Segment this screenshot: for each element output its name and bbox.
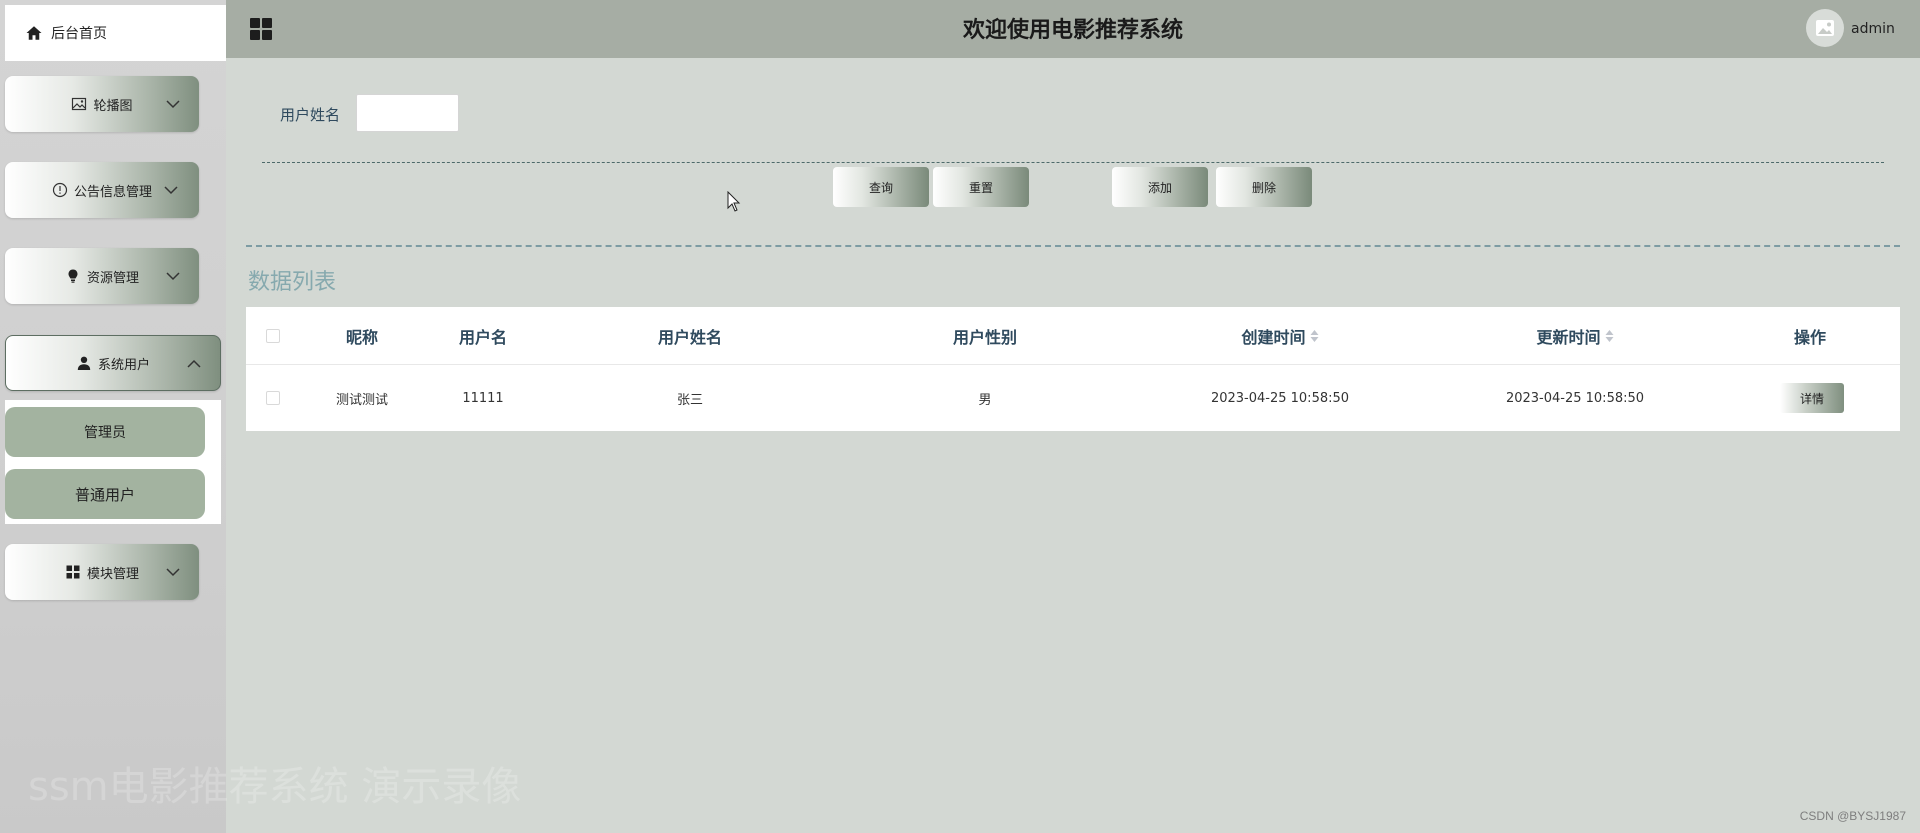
image-icon — [71, 96, 87, 112]
submenu-item-normal-user[interactable]: 普通用户 — [5, 469, 205, 519]
divider — [246, 245, 1900, 247]
sidebar-item-system-users[interactable]: 系统用户 — [5, 335, 221, 391]
column-header-label: 创建时间 — [1241, 327, 1306, 347]
add-button[interactable]: 添加 — [1112, 167, 1208, 207]
reset-button[interactable]: 重置 — [933, 167, 1029, 207]
cell-realname: 张三 — [676, 392, 704, 408]
top-header: 欢迎使用电影推荐系统 admin — [226, 0, 1920, 58]
sidebar-item-label: 公告信息管理 — [73, 184, 152, 200]
cell-gender: 男 — [978, 392, 992, 408]
submenu-system-users: 管理员 普通用户 — [5, 400, 221, 524]
table-header: 昵称 用户名 用户姓名 用户性别 创建时间 更新时间 操作 — [246, 307, 1900, 365]
sort-icon[interactable] — [1605, 329, 1614, 342]
column-header-username: 用户名 — [458, 327, 508, 347]
sort-icon[interactable] — [1310, 329, 1319, 342]
column-header-updated[interactable]: 更新时间 — [1536, 307, 1614, 364]
cell-nickname: 测试测试 — [335, 392, 389, 408]
cell-created: 2023-04-25 10:58:50 — [1210, 390, 1350, 406]
grid-icon — [65, 564, 81, 580]
row-select-cell — [266, 365, 280, 431]
user-icon — [76, 355, 92, 371]
column-header-action: 操作 — [1793, 327, 1827, 347]
username[interactable]: admin — [1851, 21, 1895, 37]
column-header-realname: 用户姓名 — [657, 327, 723, 347]
sidebar-item-label: 资源管理 — [86, 270, 139, 286]
query-button[interactable]: 查询 — [833, 167, 929, 207]
cell-action: 详情 — [1780, 365, 1844, 431]
sidebar-item-modules[interactable]: 模块管理 — [5, 544, 199, 600]
sidebar-item-label: 模块管理 — [86, 566, 139, 582]
column-header-gender: 用户性别 — [952, 327, 1018, 347]
sidebar: 后台首页 轮播图 公告信息管理 资源管理 系统用户 管理员 普通用户 模块管理 — [0, 0, 226, 833]
chevron-down-icon — [166, 272, 180, 281]
column-header-nickname: 昵称 — [345, 327, 379, 347]
info-icon — [52, 182, 68, 198]
detail-button[interactable]: 详情 — [1780, 383, 1844, 413]
avatar-image-icon — [1816, 20, 1834, 36]
divider — [262, 162, 1884, 163]
chevron-down-icon — [166, 568, 180, 577]
sidebar-item-label: 系统用户 — [97, 357, 150, 373]
chevron-down-icon — [164, 186, 178, 195]
sidebar-item-resources[interactable]: 资源管理 — [5, 248, 199, 304]
row-checkbox[interactable] — [266, 391, 280, 405]
search-input[interactable] — [356, 94, 459, 132]
select-all-checkbox[interactable] — [266, 328, 280, 343]
chevron-down-icon — [166, 100, 180, 109]
submenu-item-label: 普通用户 — [74, 485, 135, 504]
select-all-cell — [266, 307, 280, 364]
credit-text: CSDN @BYSJ1987 — [1799, 809, 1906, 823]
sidebar-item-label: 轮播图 — [93, 98, 133, 114]
cell-updated: 2023-04-25 10:58:50 — [1505, 390, 1645, 406]
chevron-up-icon — [187, 359, 201, 368]
search-label: 用户姓名 — [280, 106, 341, 124]
submenu-item-admin[interactable]: 管理员 — [5, 407, 205, 457]
column-header-created[interactable]: 创建时间 — [1241, 307, 1319, 364]
sidebar-item-label: 后台首页 — [51, 26, 107, 42]
data-table: 昵称 用户名 用户姓名 用户性别 创建时间 更新时间 操作 测试测试 11111… — [246, 307, 1900, 431]
submenu-item-label: 管理员 — [84, 425, 126, 441]
delete-button[interactable]: 删除 — [1216, 167, 1312, 207]
mouse-cursor-icon — [727, 191, 741, 212]
column-header-label: 更新时间 — [1536, 327, 1601, 347]
table-row: 测试测试 11111 张三 男 2023-04-25 10:58:50 2023… — [246, 365, 1900, 431]
sidebar-item-home[interactable]: 后台首页 — [5, 5, 226, 61]
cell-username: 11111 — [462, 390, 504, 406]
video-watermark: ssm电影推荐系统 演示录像 — [28, 764, 522, 810]
list-title: 数据列表 — [248, 270, 337, 295]
page-title: 欢迎使用电影推荐系统 — [962, 18, 1183, 43]
avatar[interactable] — [1806, 9, 1844, 47]
bulb-icon — [65, 268, 81, 284]
sidebar-item-carousel[interactable]: 轮播图 — [5, 76, 199, 132]
home-icon — [26, 26, 42, 40]
sidebar-item-announcements[interactable]: 公告信息管理 — [5, 162, 199, 218]
